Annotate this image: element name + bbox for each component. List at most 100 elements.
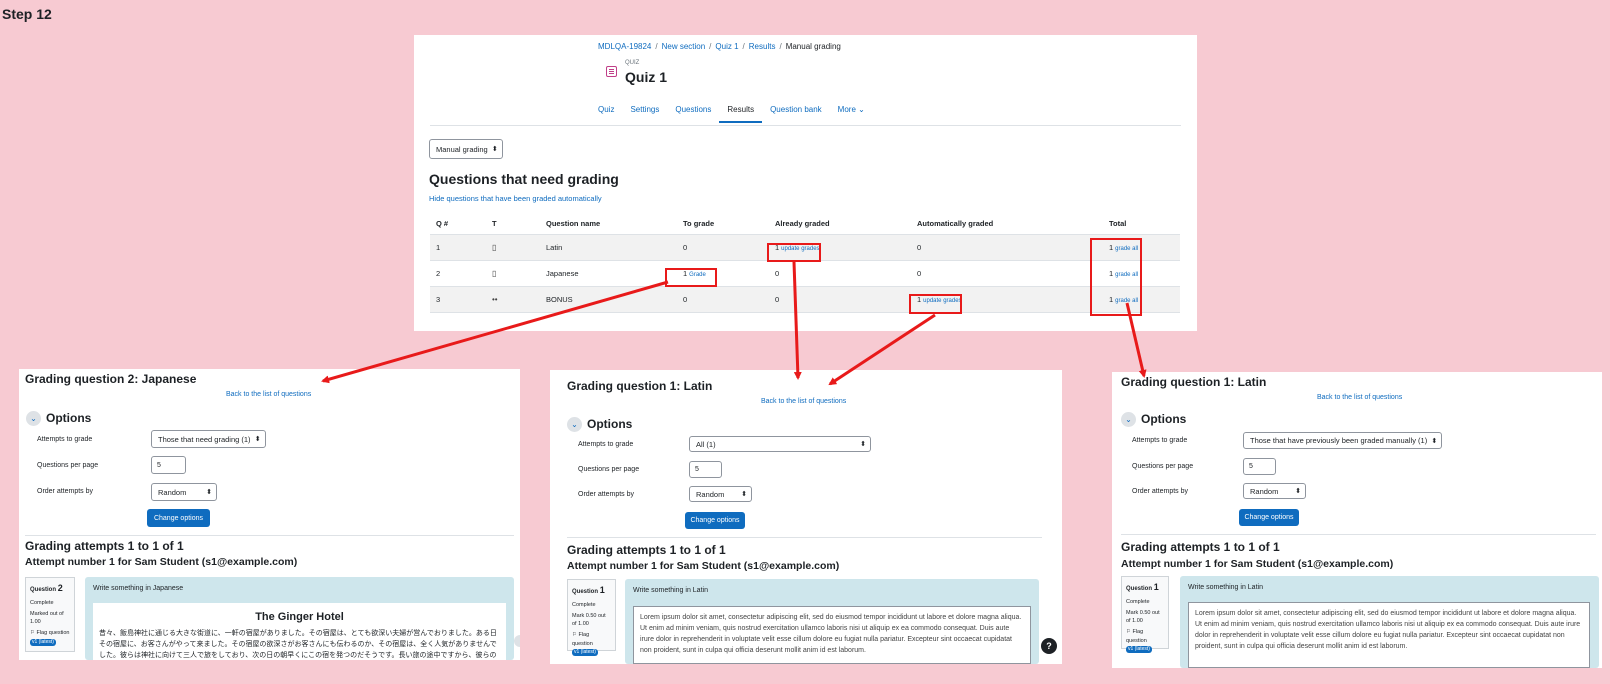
attempts-label: Attempts to grade xyxy=(37,436,93,443)
col-question-name: Question name xyxy=(540,213,677,235)
tab-more[interactable]: More ⌄ xyxy=(838,105,865,123)
chevron-down-icon[interactable]: ⌄ xyxy=(26,411,41,426)
grading-panel-latin-manual: Grading question 1: Latin Back to the li… xyxy=(1112,372,1602,668)
question-state: Complete xyxy=(1126,598,1150,605)
question-info: Question 2 Complete Marked out of 1.00 ⚐… xyxy=(25,577,75,652)
question-number: Question 1 xyxy=(1126,582,1159,592)
tab-results[interactable]: Results xyxy=(719,105,762,123)
tab-quiz[interactable]: Quiz xyxy=(598,105,614,123)
attempts-select[interactable]: Those that have previously been graded m… xyxy=(1243,432,1443,449)
breadcrumb-results[interactable]: Results xyxy=(749,42,776,51)
breadcrumb-section[interactable]: New section xyxy=(662,42,706,51)
flag-question[interactable]: ⚐ Flag question xyxy=(30,629,70,637)
attempts-select-value: All (1) xyxy=(696,439,716,449)
row-auto-graded: 0 xyxy=(911,260,1103,287)
response-text: Lorem ipsum dolor sit amet, consectetur … xyxy=(1188,602,1590,668)
annotation-box-update-grades-latin xyxy=(767,243,821,262)
response-body: 昔々、飯島神社に通じる大きな街道に、一軒の宿屋がありました。その宿屋は、とても欲… xyxy=(99,630,497,659)
question-info: Question 1 Complete Mark 0.50 out of 1.0… xyxy=(1121,576,1169,654)
version-badge: v1 (latest) xyxy=(572,648,598,657)
back-to-list-link[interactable]: Back to the list of questions xyxy=(761,398,846,405)
grading-panel-japanese: Grading question 2: Japanese Back to the… xyxy=(19,369,520,660)
divider xyxy=(567,537,1042,538)
row-already-count: 0 xyxy=(769,260,911,287)
activity-type-label: QUIZ xyxy=(625,60,640,66)
breadcrumb-quiz[interactable]: Quiz 1 xyxy=(715,42,738,51)
row-to-grade: 0 xyxy=(677,286,769,313)
attempt-heading: Attempt number 1 for Sam Student (s1@exa… xyxy=(25,556,298,568)
response-text: Lorem ipsum dolor sit amet, consectetur … xyxy=(633,606,1031,664)
flag-icon: ⚐ xyxy=(572,632,577,639)
annotation-box-update-grades-bonus xyxy=(909,294,962,314)
page-title: Quiz 1 xyxy=(625,69,668,85)
order-select[interactable]: Random xyxy=(151,483,217,501)
order-select-value: Random xyxy=(696,489,725,499)
essay-icon: ▯ xyxy=(492,269,497,278)
questions-table: Q # T Question name To grade Already gra… xyxy=(430,213,1180,313)
question-marks: Mark 0.50 out of 1.00 xyxy=(1126,609,1160,624)
question-info: Question 1 Complete Mark 0.50 out of 1.0… xyxy=(567,579,616,657)
response-text: The Ginger Hotel 昔々、飯島神社に通じる大きな街道に、一軒の宿屋… xyxy=(93,603,506,660)
breadcrumb: MDLQA-19824/New section / Quiz 1/Results / M… xyxy=(598,42,841,51)
flag-question[interactable]: ⚐ Flag question xyxy=(1126,628,1164,645)
secondary-nav: Quiz Settings Questions Results Question… xyxy=(598,105,881,123)
table-row: 2 ▯ Japanese 1 Grade 0 0 1 grade all xyxy=(430,260,1180,287)
grading-title: Grading question 1: Latin xyxy=(1121,375,1267,389)
question-marks: Marked out of 1.00 xyxy=(30,610,64,625)
per-page-label: Questions per page xyxy=(578,466,640,473)
back-to-list-link[interactable]: Back to the list of questions xyxy=(1317,394,1402,401)
divider xyxy=(1121,534,1596,535)
chevron-down-icon[interactable]: ⌄ xyxy=(567,417,582,432)
manual-grading-panel: MDLQA-19824/New section / Quiz 1/Results / M… xyxy=(414,35,1197,331)
change-options-button[interactable]: Change options xyxy=(685,512,745,529)
options-heading: Options xyxy=(587,417,633,431)
row-question-name: BONUS xyxy=(540,286,677,313)
question-prompt: Write something in Japanese xyxy=(93,585,184,592)
col-to-grade: To grade xyxy=(677,213,769,235)
back-to-list-link[interactable]: Back to the list of questions xyxy=(226,391,311,398)
options-heading: Options xyxy=(46,411,92,425)
breadcrumb-course[interactable]: MDLQA-19824 xyxy=(598,42,651,51)
attempts-label: Attempts to grade xyxy=(1132,437,1188,444)
change-options-button[interactable]: Change options xyxy=(1239,509,1299,526)
report-jump-select-value: Manual grading xyxy=(436,144,488,154)
tab-question-bank[interactable]: Question bank xyxy=(770,105,822,123)
question-marks: Mark 0.50 out of 1.00 xyxy=(572,612,606,627)
hide-auto-graded-link[interactable]: Hide questions that have been graded aut… xyxy=(429,194,602,203)
scroll-handle[interactable] xyxy=(514,635,520,647)
version-badge: v1 (latest) xyxy=(30,638,56,646)
col-total: Total xyxy=(1103,213,1180,235)
order-select[interactable]: Random xyxy=(1243,483,1306,499)
attempts-select[interactable]: Those that need grading (1) xyxy=(151,430,266,448)
report-jump-select[interactable]: Manual grading xyxy=(429,139,503,159)
step-title: Step 12 xyxy=(2,6,52,22)
attempts-select-value: Those that have previously been graded m… xyxy=(1250,436,1428,445)
change-options-button[interactable]: Change options xyxy=(147,509,210,527)
chevron-down-icon[interactable]: ⌄ xyxy=(1121,412,1136,427)
description-icon: •• xyxy=(492,295,498,304)
tab-questions[interactable]: Questions xyxy=(675,105,711,123)
annotation-box-grade xyxy=(665,268,717,287)
annotation-box-grade-all xyxy=(1090,238,1142,316)
attempt-heading: Attempt number 1 for Sam Student (s1@exa… xyxy=(567,560,840,572)
attempts-select[interactable]: All (1) xyxy=(689,436,871,452)
order-select[interactable]: Random xyxy=(689,486,752,502)
help-icon[interactable]: ? xyxy=(1041,638,1057,654)
order-label: Order attempts by xyxy=(578,491,635,498)
question-state: Complete xyxy=(572,601,596,608)
question-number: Question 1 xyxy=(572,585,605,595)
breadcrumb-current: Manual grading xyxy=(785,42,841,51)
per-page-input[interactable]: 5 xyxy=(689,461,722,478)
attempt-heading: Attempt number 1 for Sam Student (s1@exa… xyxy=(1121,558,1394,570)
tab-settings[interactable]: Settings xyxy=(630,105,659,123)
options-heading: Options xyxy=(1141,412,1187,426)
order-label: Order attempts by xyxy=(1132,488,1189,495)
question-number: Question 2 xyxy=(30,583,63,593)
flag-question[interactable]: ⚐ Flag question xyxy=(572,631,611,648)
row-qnum: 3 xyxy=(430,286,486,313)
per-page-input[interactable]: 5 xyxy=(151,456,186,474)
quiz-icon xyxy=(606,66,617,77)
question-content: Write something in Latin Lorem ipsum dol… xyxy=(625,579,1039,664)
per-page-input[interactable]: 5 xyxy=(1243,458,1276,475)
grading-title: Grading question 1: Latin xyxy=(567,379,713,393)
